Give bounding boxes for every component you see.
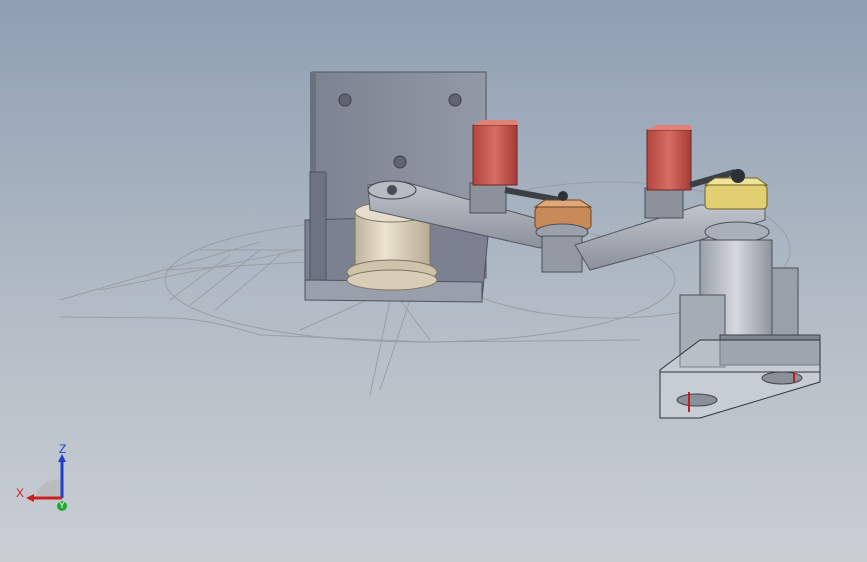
y-axis-label: Y — [59, 500, 66, 510]
triad-axes — [26, 454, 67, 511]
second-motor — [644, 125, 692, 219]
end-effector-assembly — [659, 239, 821, 419]
scara-robot-model[interactable] — [0, 0, 867, 562]
z-axis-label: Z — [59, 442, 67, 456]
cad-viewport[interactable]: Z X Y — [0, 0, 867, 562]
view-triad[interactable]: Z X Y — [14, 440, 84, 520]
first-motor — [469, 120, 518, 214]
pulley-joint-1 — [533, 191, 593, 273]
x-axis-label: X — [16, 486, 25, 500]
belt-1 — [504, 187, 561, 203]
